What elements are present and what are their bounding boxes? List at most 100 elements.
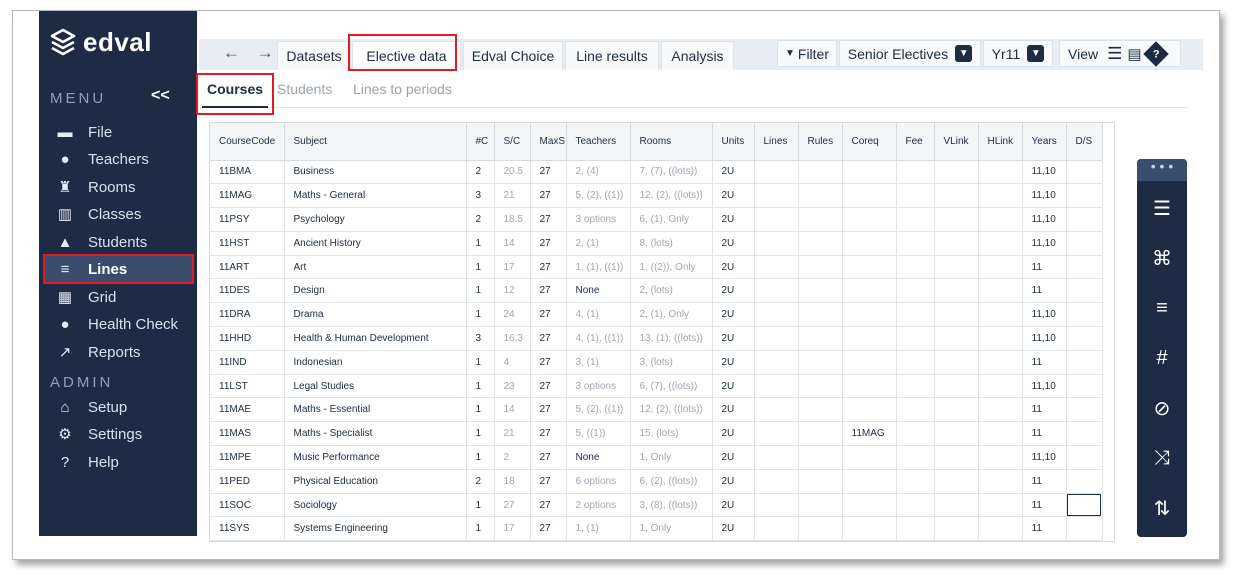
table-cell[interactable]: 13, (1), ((lots)) — [630, 326, 713, 351]
table-cell[interactable] — [978, 421, 1023, 447]
table-cell[interactable]: 11MAG — [842, 421, 897, 447]
table-cell[interactable]: 2U — [712, 374, 755, 399]
table-cell[interactable]: 11IND — [210, 350, 285, 375]
table-cell[interactable]: 11MAE — [210, 397, 285, 423]
table-cell[interactable] — [842, 493, 897, 518]
table-cell[interactable]: 1, (1), ((1)) — [566, 255, 631, 280]
table-cell[interactable]: Maths - Specialist — [284, 421, 467, 447]
table-cell[interactable] — [978, 207, 1023, 232]
table-cell[interactable] — [896, 397, 935, 423]
table-cell[interactable]: 2, (1) — [566, 231, 631, 256]
table-cell[interactable]: 4, (1), ((1)) — [566, 326, 631, 351]
table-row[interactable]: 11DRA Drama 1 24 27 4, (1) 2, (1), Only 2U 11,10 — [210, 302, 1103, 328]
table-cell[interactable]: 18 — [494, 469, 531, 494]
table-cell[interactable] — [754, 183, 799, 209]
table-cell[interactable]: 2 — [494, 445, 531, 470]
table-cell[interactable] — [842, 445, 897, 470]
table-cell[interactable]: 2U — [712, 493, 755, 518]
column-header[interactable]: Units — [712, 123, 755, 161]
sidebar-item-classes[interactable]: ▥ Classes — [43, 200, 193, 228]
table-cell[interactable]: 24 — [494, 302, 531, 328]
table-cell[interactable]: 11,10 — [1022, 302, 1067, 328]
table-row[interactable]: 11SOC Sociology 1 27 27 2 options 3, (8), ((lo… — [210, 493, 1103, 518]
command-icon[interactable]: ⌘ — [1137, 243, 1187, 273]
table-cell[interactable]: 1 — [466, 493, 495, 518]
column-header[interactable]: Subject — [284, 123, 467, 161]
table-cell[interactable] — [754, 160, 799, 185]
table-cell[interactable] — [978, 231, 1023, 256]
table-cell[interactable]: 11SOC — [210, 493, 285, 518]
table-cell[interactable]: 2U — [712, 421, 755, 447]
table-cell[interactable] — [1066, 207, 1103, 232]
table-cell[interactable]: 4, (1) — [566, 302, 631, 328]
tab-edval-choice[interactable]: Edval Choice — [463, 41, 563, 70]
table-cell[interactable] — [1066, 397, 1103, 423]
table-cell[interactable]: Drama — [284, 302, 467, 328]
sidebar-item-grid[interactable]: ▦ Grid — [43, 283, 193, 311]
nav-arrows[interactable]: ← → — [223, 43, 280, 63]
table-cell[interactable]: 3, (lots) — [630, 350, 713, 375]
table-cell[interactable]: 3 — [466, 183, 495, 209]
column-header[interactable]: #C — [466, 123, 495, 161]
table-cell[interactable] — [896, 160, 935, 185]
table-cell[interactable]: 11,10 — [1022, 374, 1067, 399]
table-cell[interactable]: 11 — [1022, 255, 1067, 280]
table-cell[interactable] — [842, 374, 897, 399]
table-cell[interactable] — [842, 231, 897, 256]
table-cell[interactable] — [934, 160, 979, 185]
table-cell[interactable] — [754, 516, 799, 541]
table-cell[interactable] — [754, 350, 799, 375]
table-cell[interactable]: 27 — [530, 445, 567, 470]
table-cell[interactable] — [978, 160, 1023, 185]
table-cell[interactable]: 11 — [1022, 421, 1067, 447]
table-cell[interactable]: 4 — [494, 350, 531, 375]
panel-drag-handle[interactable]: • • • — [1137, 159, 1187, 181]
table-cell[interactable] — [978, 255, 1023, 280]
table-cell[interactable] — [978, 374, 1023, 399]
table-cell[interactable]: 3 options — [566, 207, 631, 232]
column-header[interactable]: VLink — [934, 123, 979, 161]
table-cell[interactable]: 6 options — [566, 469, 631, 494]
sidebar-item-settings[interactable]: ⚙ Settings — [43, 420, 193, 448]
table-cell[interactable]: 1 — [466, 302, 495, 328]
table-cell[interactable] — [896, 493, 935, 518]
table-cell[interactable]: 21 — [494, 421, 531, 447]
table-cell[interactable]: 1, (1) — [566, 516, 631, 541]
table-cell[interactable]: 1 — [466, 445, 495, 470]
table-cell[interactable] — [754, 207, 799, 232]
hash-icon[interactable]: # — [1137, 343, 1187, 373]
table-cell[interactable] — [798, 255, 843, 280]
table-cell[interactable] — [934, 516, 979, 541]
table-cell[interactable] — [754, 278, 799, 304]
table-cell[interactable]: None — [566, 278, 631, 304]
table-cell[interactable]: 11MPE — [210, 445, 285, 470]
table-cell[interactable] — [798, 231, 843, 256]
table-row[interactable]: 11MPE Music Performance 1 2 27 None 1, Only 2U 1… — [210, 445, 1103, 470]
table-cell[interactable] — [1066, 278, 1103, 304]
table-cell[interactable]: 11PED — [210, 469, 285, 494]
table-cell[interactable]: 11BMA — [210, 160, 285, 185]
table-cell[interactable]: 11 — [1022, 493, 1067, 518]
table-cell[interactable] — [842, 516, 897, 541]
table-cell[interactable]: 1, ((2)), Only — [630, 255, 713, 280]
table-cell[interactable]: 11ART — [210, 255, 285, 280]
table-cell[interactable] — [934, 469, 979, 494]
table-cell[interactable]: 12, (2), ((lots)) — [630, 397, 713, 423]
column-header[interactable]: S/C — [494, 123, 531, 161]
table-cell[interactable]: 1 — [466, 278, 495, 304]
table-cell[interactable] — [978, 493, 1023, 518]
table-cell[interactable] — [798, 326, 843, 351]
table-cell[interactable]: Art — [284, 255, 467, 280]
table-cell[interactable]: 2 — [466, 207, 495, 232]
table-cell[interactable]: 1 — [466, 255, 495, 280]
table-cell[interactable]: 8, (lots) — [630, 231, 713, 256]
table-cell[interactable]: 2U — [712, 255, 755, 280]
table-cell[interactable]: 11 — [1022, 516, 1067, 541]
table-cell[interactable]: 27 — [530, 231, 567, 256]
table-cell[interactable] — [754, 421, 799, 447]
table-cell[interactable] — [754, 255, 799, 280]
table-cell[interactable]: 21 — [494, 183, 531, 209]
table-cell[interactable]: 2U — [712, 397, 755, 423]
table-cell[interactable]: 27 — [530, 255, 567, 280]
table-cell[interactable] — [934, 374, 979, 399]
